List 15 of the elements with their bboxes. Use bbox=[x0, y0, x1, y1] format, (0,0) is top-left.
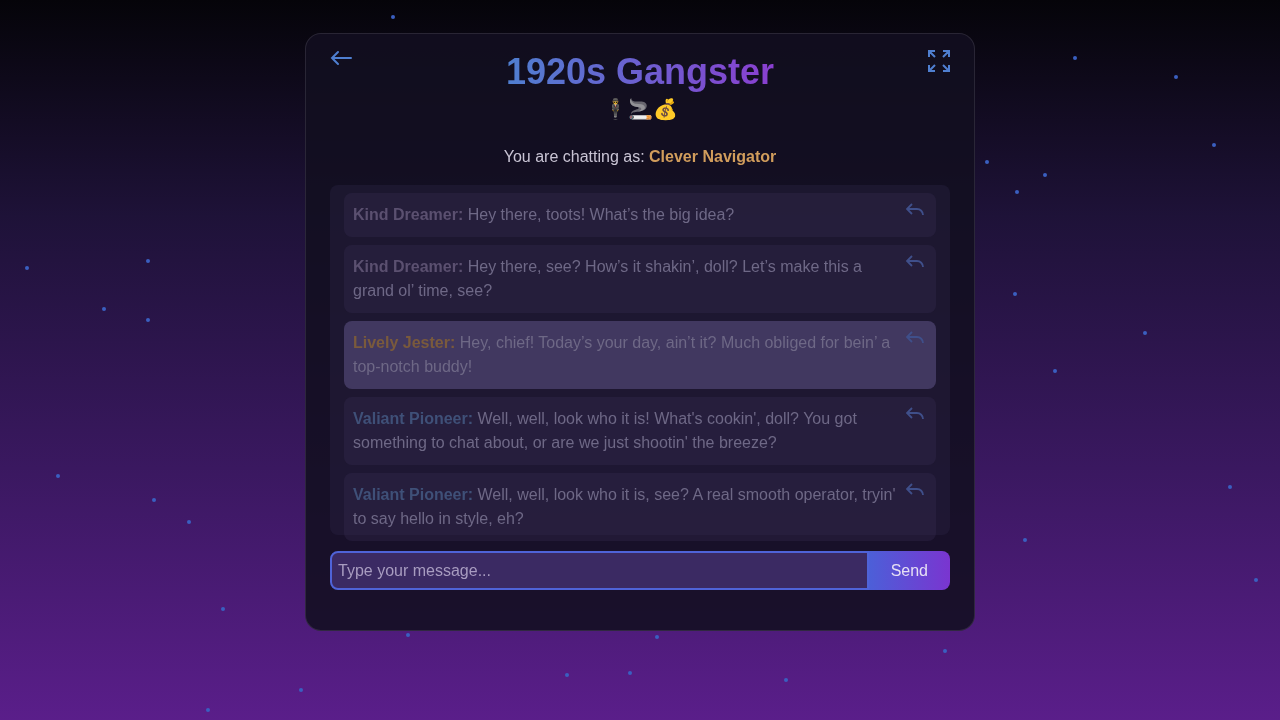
message-text: Valiant Pioneer: Well, well, look who it is, see? A real smooth operator, tryin' to say hello in style, eh? bbox=[353, 485, 897, 530]
message-bubble[interactable]: Valiant Pioneer: Well, well, look who it is! What's cookin', doll? You got something to chat about, or are we just shootin' the breeze? bbox=[344, 397, 936, 466]
reply-icon[interactable] bbox=[906, 255, 924, 270]
reply-icon[interactable] bbox=[906, 407, 924, 422]
identity-text: You are chatting as: Clever Navigator bbox=[502, 147, 778, 168]
reply-icon[interactable] bbox=[906, 331, 924, 346]
message-bubble[interactable]: Valiant Pioneer: Well, well, look who it is, see? A real smooth operator, tryin' to say hello in style, eh? bbox=[344, 473, 936, 542]
fullscreen-icon[interactable] bbox=[928, 50, 950, 72]
reply-icon[interactable] bbox=[906, 203, 924, 218]
emoji-row-text: 🕴🚬💰 bbox=[601, 97, 679, 122]
reply-icon[interactable] bbox=[906, 483, 924, 498]
message-input[interactable]: Type your message... bbox=[330, 551, 869, 591]
back-arrow-icon[interactable] bbox=[330, 50, 352, 66]
send-button[interactable]: Send bbox=[868, 551, 950, 591]
message-text: Valiant Pioneer: Well, well, look who it is! What's cookin', doll? You got something to chat about, or are we just shootin' the breeze? bbox=[353, 409, 858, 454]
